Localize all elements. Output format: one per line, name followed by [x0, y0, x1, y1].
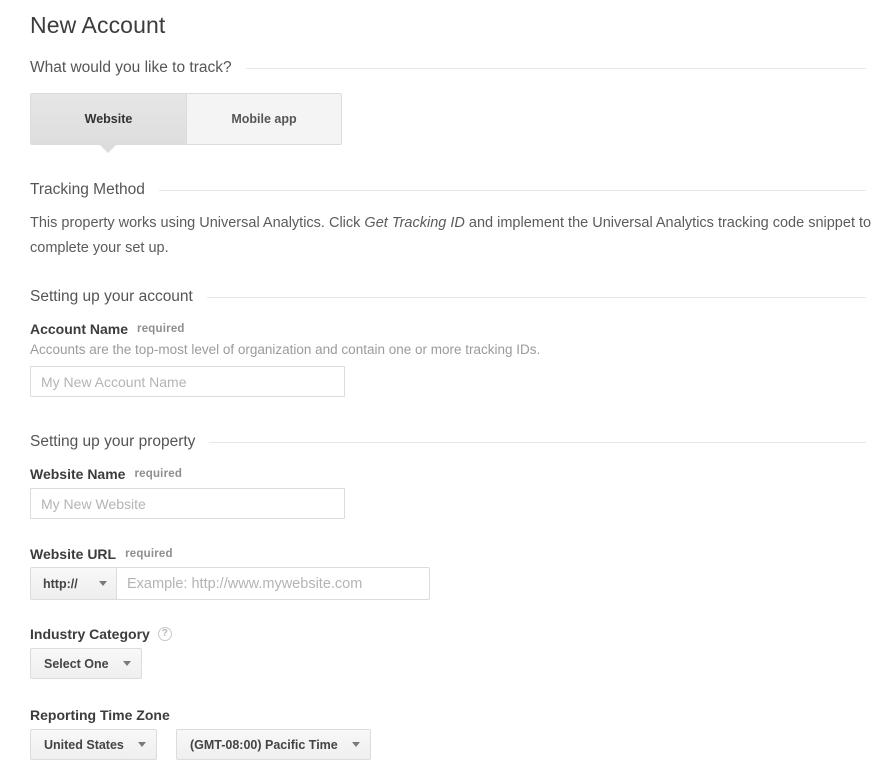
- website-name-label: Website Name required: [30, 465, 182, 483]
- property-section-heading-label: Setting up your property: [30, 433, 196, 450]
- website-url-input[interactable]: [117, 567, 430, 600]
- track-section-heading-label: What would you like to track?: [30, 59, 232, 76]
- section-divider-rule: [206, 296, 866, 298]
- chevron-down-icon: [122, 661, 131, 666]
- help-icon[interactable]: ?: [157, 627, 172, 641]
- section-divider-rule: [158, 189, 866, 191]
- industry-category-selected-value: Select One: [44, 656, 109, 671]
- new-account-page: New Account What would you like to track…: [0, 0, 879, 767]
- track-section-heading: What would you like to track?: [30, 58, 866, 78]
- website-url-field-group: http://: [30, 567, 430, 600]
- tab-website[interactable]: Website: [31, 94, 186, 144]
- section-divider-rule: [245, 67, 866, 69]
- website-name-input[interactable]: [30, 488, 345, 519]
- website-name-required-text: required: [134, 468, 183, 480]
- track-type-tabs: Website Mobile app: [30, 93, 342, 145]
- time-zone-offset-selected-value: (GMT-08:00) Pacific Time: [190, 737, 338, 752]
- selected-tab-caret-icon: [99, 144, 117, 153]
- account-name-input[interactable]: [30, 366, 345, 397]
- reporting-time-zone-label-text: Reporting Time Zone: [30, 707, 170, 723]
- account-section-heading: Setting up your account: [30, 287, 866, 307]
- tracking-method-description: This property works using Universal Anal…: [30, 211, 875, 261]
- website-url-label-text: Website URL: [30, 546, 117, 562]
- time-zone-country-selected-value: United States: [44, 737, 124, 752]
- chevron-down-icon: [99, 581, 107, 586]
- time-zone-country-dropdown[interactable]: United States: [30, 729, 157, 760]
- tracking-method-description-part1: This property works using Universal Anal…: [30, 215, 365, 231]
- url-scheme-value: http://: [43, 576, 78, 591]
- account-section-heading-label: Setting up your account: [30, 288, 193, 305]
- tracking-method-heading: Tracking Method: [30, 180, 866, 200]
- url-scheme-dropdown[interactable]: http://: [30, 567, 117, 600]
- chevron-down-icon: [137, 742, 146, 747]
- account-name-label: Account Name required: [30, 320, 185, 338]
- industry-category-label-text: Industry Category: [30, 626, 150, 642]
- account-name-required-text: required: [137, 323, 185, 335]
- website-name-label-text: Website Name: [30, 466, 126, 482]
- tab-mobile-app-label: Mobile app: [231, 112, 297, 126]
- industry-category-label: Industry Category ?: [30, 625, 172, 643]
- section-divider-rule: [209, 441, 866, 443]
- account-name-hint: Accounts are the top-most level of organ…: [30, 342, 541, 357]
- reporting-time-zone-label: Reporting Time Zone: [30, 706, 170, 724]
- chevron-down-icon: [351, 742, 360, 747]
- tracking-method-heading-label: Tracking Method: [30, 181, 145, 198]
- website-url-required-text: required: [125, 548, 173, 560]
- account-name-label-text: Account Name: [30, 321, 129, 337]
- time-zone-offset-dropdown[interactable]: (GMT-08:00) Pacific Time: [176, 729, 371, 760]
- tracking-method-description-emphasis: Get Tracking ID: [364, 215, 465, 231]
- page-title: New Account: [30, 12, 166, 38]
- website-url-label: Website URL required: [30, 545, 173, 563]
- tab-website-label: Website: [84, 112, 133, 126]
- industry-category-dropdown[interactable]: Select One: [30, 648, 142, 679]
- property-section-heading: Setting up your property: [30, 432, 866, 452]
- tab-mobile-app[interactable]: Mobile app: [186, 94, 341, 144]
